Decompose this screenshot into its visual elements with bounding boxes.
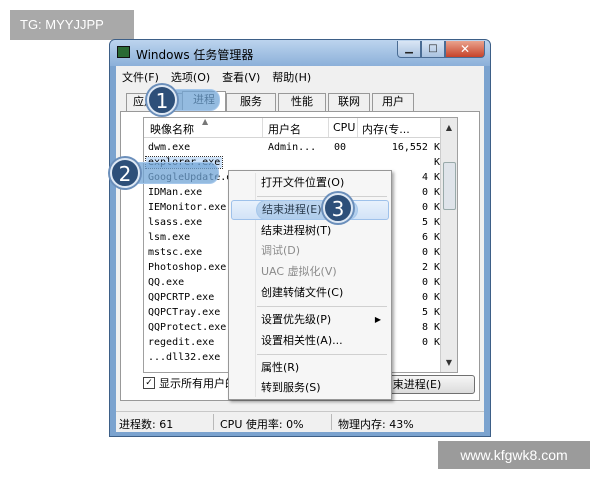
column-image-name[interactable]: 映像名称 [150, 121, 194, 137]
cell-mem: 4 K [421, 172, 440, 183]
checkbox-checked-icon[interactable]: ✓ [143, 377, 155, 389]
cell-name: QQ.exe [148, 277, 185, 288]
tab-users[interactable]: 用户 [372, 93, 414, 111]
show-all-users-label: 显示所有用户的 [159, 377, 236, 390]
menu-item-label: 设置相关性(A)... [261, 334, 343, 347]
menu-item-set-priority[interactable]: 设置优先级(P) ▶ [231, 310, 389, 330]
menu-separator [257, 306, 387, 307]
menu-item-end-process-tree[interactable]: 结束进程树(T) [231, 221, 389, 241]
menu-view[interactable]: 查看(V) [216, 66, 266, 86]
menu-separator [257, 354, 387, 355]
watermark-top: TG: MYYJJPP [10, 10, 134, 40]
cell-name: IEMonitor.exe [148, 202, 227, 213]
menu-item-open-file-location[interactable]: 打开文件位置(O) [231, 173, 389, 193]
tab-services[interactable]: 服务 [226, 93, 276, 111]
cell-name: Photoshop.exe [148, 262, 227, 273]
list-header: ▲ 映像名称 用户名 CPU 内存(专... [144, 118, 457, 138]
cell-mem: 0 K [421, 292, 440, 303]
menu-item-label: 属性(R) [261, 361, 300, 374]
maximize-button[interactable]: □ [421, 41, 445, 58]
cell-name: QQPCTray.exe [148, 307, 221, 318]
chevron-right-icon: ▶ [374, 315, 381, 324]
menu-item-label: 设置优先级(P) [261, 313, 332, 326]
cell-mem: 0 K [421, 337, 440, 348]
tab-performance[interactable]: 性能 [278, 93, 326, 111]
cell-cpu: 00 [334, 142, 347, 153]
watermark-bottom: www.kfgwk8.com [438, 441, 590, 469]
column-username[interactable]: 用户名 [268, 121, 301, 137]
menu-item-create-dump-file[interactable]: 创建转储文件(C) [231, 283, 389, 303]
step-badge-3: 3 [323, 193, 353, 223]
menu-separator [257, 196, 387, 197]
menu-item-label: 调试(D) [261, 244, 301, 257]
column-divider[interactable] [328, 118, 329, 137]
menu-item-go-to-service[interactable]: 转到服务(S) [231, 378, 389, 398]
cell-name: lsm.exe [148, 232, 191, 243]
show-all-users[interactable]: ✓ 显示所有用户的 [143, 375, 236, 391]
cell-name: IDMan.exe [148, 187, 203, 198]
menu-help[interactable]: 帮助(H) [266, 66, 317, 86]
menu-item-label: 转到服务(S) [261, 381, 321, 394]
menu-options[interactable]: 选项(O) [165, 66, 216, 86]
cell-mem: 5 K [421, 307, 440, 318]
status-bar: 进程数: 61 CPU 使用率: 0% 物理内存: 43% [116, 411, 484, 432]
cell-mem: 0 K [421, 202, 440, 213]
scroll-thumb[interactable] [443, 162, 456, 210]
menu-item-properties[interactable]: 属性(R) [231, 358, 389, 378]
window-title: Windows 任务管理器 [136, 48, 254, 62]
column-cpu[interactable]: CPU [333, 121, 355, 134]
cell-name: ...dll32.exe [148, 352, 221, 363]
cell-name: regedit.exe [148, 337, 215, 348]
status-divider [213, 414, 214, 430]
sort-up-icon: ▲ [202, 117, 209, 126]
cell-name: QQProtect.exe [148, 322, 227, 333]
window-controls: ▁ □ ✕ [397, 41, 485, 58]
step-badge-2: 2 [110, 158, 140, 188]
task-manager-app-icon [117, 46, 130, 58]
cell-name: QQPCRTP.exe [148, 292, 215, 303]
scroll-up-icon[interactable]: ▲ [441, 119, 457, 136]
menu-item-debug: 调试(D) [231, 241, 389, 261]
column-divider[interactable] [262, 118, 263, 137]
cell-mem: 8 K [421, 322, 440, 333]
column-divider[interactable] [357, 118, 358, 137]
title-bar[interactable]: Windows 任务管理器 ▁ □ ✕ [110, 40, 490, 66]
menu-item-set-affinity[interactable]: 设置相关性(A)... [231, 331, 389, 351]
menu-bar: 文件(F) 选项(O) 查看(V) 帮助(H) [116, 66, 484, 86]
status-physical-memory: 物理内存: 43% [338, 418, 414, 431]
table-row[interactable]: dwm.exe Admin... 00 16,552 K [144, 141, 444, 156]
cell-mem: 0 K [421, 277, 440, 288]
cell-name: lsass.exe [148, 217, 203, 228]
cell-mem: 0 K [421, 247, 440, 258]
menu-item-label: 打开文件位置(O) [261, 176, 345, 189]
cell-mem: 2 K [421, 262, 440, 273]
close-button[interactable]: ✕ [445, 41, 485, 58]
cell-user: Admin... [268, 142, 317, 153]
cell-mem: 6 K [421, 232, 440, 243]
cell-mem: 0 K [421, 187, 440, 198]
cell-mem: 5 K [421, 217, 440, 228]
cell-name: dwm.exe [148, 142, 191, 153]
step-badge-1: 1 [147, 85, 177, 115]
menu-item-uac-virtualization: UAC 虚拟化(V) [231, 262, 389, 282]
tab-networking[interactable]: 联网 [328, 93, 370, 111]
status-cpu-usage: CPU 使用率: 0% [220, 418, 304, 431]
cell-mem: 16,552 K [391, 142, 440, 153]
menu-item-label: 结束进程树(T) [261, 224, 332, 237]
minimize-button[interactable]: ▁ [397, 41, 421, 58]
menu-item-label: 创建转储文件(C) [261, 286, 344, 299]
column-memory[interactable]: 内存(专... [362, 121, 410, 137]
menu-file[interactable]: 文件(F) [116, 66, 165, 86]
status-process-count: 进程数: 61 [119, 418, 174, 431]
cell-name: mstsc.exe [148, 247, 203, 258]
menu-item-label: UAC 虚拟化(V) [261, 265, 337, 278]
cell-mem: K [433, 157, 440, 168]
status-divider [331, 414, 332, 430]
